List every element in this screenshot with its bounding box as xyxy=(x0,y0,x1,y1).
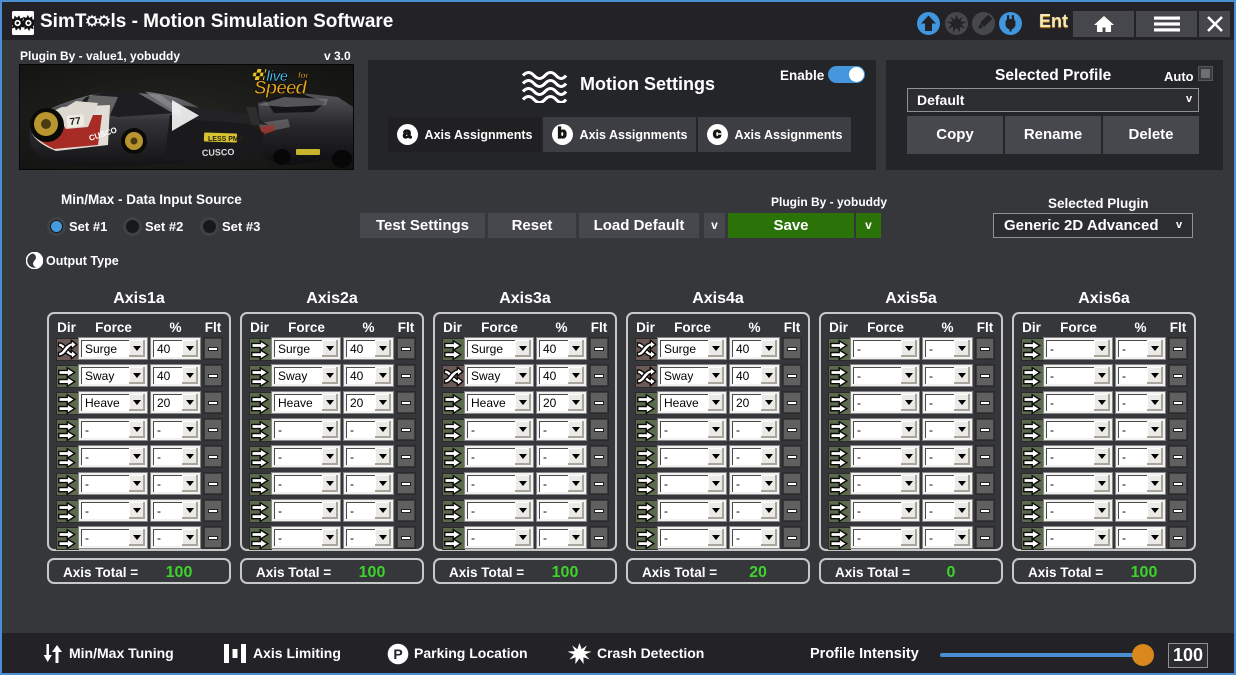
svg-text:Speed: Speed xyxy=(254,78,307,99)
svg-text:CUSCO: CUSCO xyxy=(202,147,235,158)
svg-text:P: P xyxy=(393,646,402,662)
svg-text:77: 77 xyxy=(69,116,82,128)
svg-text:LESS PMA: LESS PMA xyxy=(208,136,244,143)
